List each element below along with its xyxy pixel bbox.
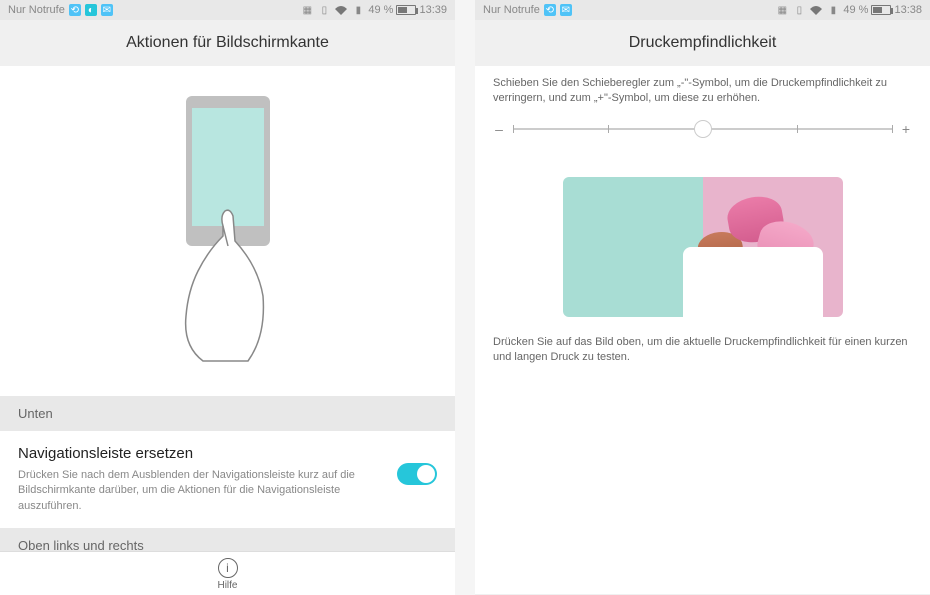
wifi-icon [809,3,823,17]
phone-left: Nur Notrufe ⟲ ◐ ✉ ▦ ▯ ▮ 49 % 13:39 Aktio… [0,0,455,595]
clock: 13:39 [419,4,447,16]
setting-nav-replace[interactable]: Navigationsleiste ersetzen Drücken Sie n… [0,431,455,528]
macaron-test-image[interactable] [563,177,843,317]
help-label[interactable]: Hilfe [0,580,455,591]
phone-right: Nur Notrufe ⟲ ✉ ▦ ▯ ▮ 49 % 13:38 Druckem… [475,0,930,595]
battery-percent: 49 % [843,4,868,16]
battery-percent: 49 % [368,4,393,16]
empty-area [475,374,930,594]
sensitivity-slider[interactable]: – + [475,115,930,157]
status-bar: Nur Notrufe ⟲ ✉ ▦ ▯ ▮ 49 % 13:38 [475,0,930,20]
illustration [0,66,455,396]
carrier-label: Nur Notrufe [8,4,65,16]
page-title: Druckempfindlichkeit [475,20,930,66]
app-icon-3: ✉ [101,4,113,16]
setting-desc: Drücken Sie nach dem Ausblenden der Navi… [18,468,385,514]
vibrate-icon: ▯ [792,3,806,17]
toggle-switch[interactable] [397,463,437,485]
slider-thumb[interactable] [694,120,712,138]
minus-icon: – [493,121,505,137]
carrier-label: Nur Notrufe [483,4,540,16]
app-icon-2: ◐ [85,4,97,16]
page-title: Aktionen für Bildschirmkante [0,20,455,66]
slider-track[interactable] [513,128,892,130]
status-bar: Nur Notrufe ⟲ ◐ ✉ ▦ ▯ ▮ 49 % 13:39 [0,0,455,20]
nfc-icon: ▦ [775,3,789,17]
signal-icon: ▮ [826,3,840,17]
nfc-icon: ▦ [300,3,314,17]
setting-title: Navigationsleiste ersetzen [18,445,385,462]
signal-icon: ▮ [351,3,365,17]
app-icon-3: ✉ [560,4,572,16]
battery-icon [871,5,891,15]
test-caption: Drücken Sie auf das Bild oben, um die ak… [475,327,930,374]
slider-instruction: Schieben Sie den Schieberegler zum „-"-S… [475,66,930,115]
battery-icon [396,5,416,15]
clock: 13:38 [894,4,922,16]
app-icon-1: ⟲ [544,4,556,16]
bottom-bar: i Hilfe [0,551,455,595]
section-bottom: Unten [0,396,455,431]
plus-icon: + [900,121,912,137]
test-image-area [475,157,930,327]
vibrate-icon: ▯ [317,3,331,17]
info-icon[interactable]: i [218,558,238,578]
wifi-icon [334,3,348,17]
app-icon-1: ⟲ [69,4,81,16]
phone-touch-illustration [128,96,328,376]
